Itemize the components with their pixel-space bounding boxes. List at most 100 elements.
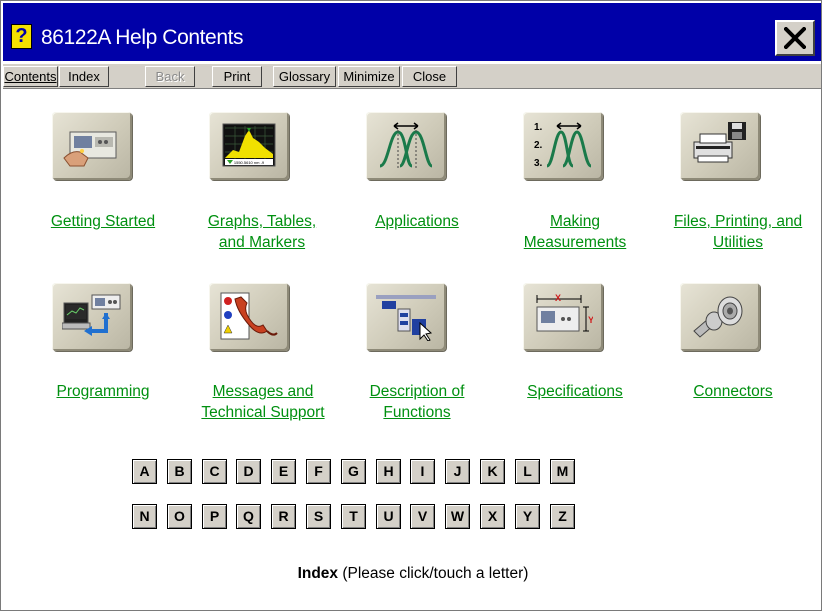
letter-button-a[interactable]: A [132,459,157,484]
step-3-label: 3. [534,158,543,169]
menu-glossary-label: Glossary [278,69,331,84]
menu-minimize-button[interactable]: Minimize [338,66,400,87]
help-app-icon[interactable]: ? [11,24,32,49]
getting-started-label: Getting Started [50,213,156,230]
applications-tile[interactable] [366,112,446,180]
letter-button-t[interactable]: T [341,504,366,529]
help-window: ? 86122A Help Contents Contents Index Ba… [0,0,822,611]
help-question-glyph: ? [15,25,28,47]
letter-button-h[interactable]: H [376,459,401,484]
messages-label-line2: Technical Support [201,404,325,421]
dimensions-icon: X Y [536,293,593,332]
wavelength-peaks-icon [379,122,433,168]
letter-button-m[interactable]: M [550,459,575,484]
connectors-label: Connectors [693,383,773,400]
letter-button-x[interactable]: X [480,504,505,529]
computer-instrument-icon [62,294,121,336]
letter-button-i[interactable]: I [410,459,435,484]
menu-index-button[interactable]: Index [59,66,109,87]
letter-button-q[interactable]: Q [236,504,261,529]
menu-close-button[interactable]: Close [402,66,457,87]
messages-support-link[interactable]: Messages and Technical Support [182,381,344,423]
messages-support-tile[interactable] [209,283,289,351]
letter-button-j[interactable]: J [445,459,470,484]
letter-button-c[interactable]: C [202,459,227,484]
menu-contents-button[interactable]: Contents [3,66,58,87]
graph-display-icon: 1550.5610 nm -9 [222,123,276,167]
menu-index-label: Index [68,69,100,84]
menu-back-label: Back [155,69,185,84]
files-printing-label-line2: Utilities [713,234,763,251]
display-readout: 1550.5610 nm -9 [234,160,265,165]
letter-button-g[interactable]: G [341,459,366,484]
numbered-steps-icon: 1. 2. 3. [534,122,592,169]
letter-button-z[interactable]: Z [550,504,575,529]
letter-button-d[interactable]: D [236,459,261,484]
menu-glossary-button[interactable]: Glossary [273,66,336,87]
letter-button-b[interactable]: B [167,459,192,484]
printer-disk-icon [693,122,746,163]
messages-label-line1: Messages and [212,383,314,400]
letter-button-s[interactable]: S [306,504,331,529]
description-label-line2: Functions [383,404,451,421]
index-note-rest: (Please click/touch a letter) [338,565,529,582]
index-instructions: Index (Please click/touch a letter) [1,564,824,584]
close-x-icon [784,27,806,49]
window-title: 86122A Help Contents [41,26,244,49]
graphs-tables-label-line1: Graphs, Tables, [207,213,317,230]
description-label-line1: Description of [369,383,465,400]
title-bar: ? 86122A Help Contents [3,3,821,61]
getting-started-tile[interactable] [52,112,132,180]
close-window-button[interactable] [775,20,815,56]
files-printing-utilities-link[interactable]: Files, Printing, and Utilities [653,211,823,253]
step-2-label: 2. [534,140,543,151]
getting-started-link[interactable]: Getting Started [21,211,185,232]
making-measurements-label-line2: Measurements [523,234,627,251]
programming-tile[interactable] [52,283,132,351]
index-note-bold: Index [297,565,339,582]
letter-button-v[interactable]: V [410,504,435,529]
step-1-label: 1. [534,122,543,133]
letter-button-p[interactable]: P [202,504,227,529]
menu-bar: Contents Index Back Print Glossary Minim… [3,64,821,89]
menu-print-button[interactable]: Print [212,66,262,87]
connectors-tile[interactable] [680,283,760,351]
menu-back-button[interactable]: Back [145,66,195,87]
letter-button-n[interactable]: N [132,504,157,529]
letter-button-l[interactable]: L [515,459,540,484]
instrument-hand-icon [63,131,117,167]
files-printing-utilities-tile[interactable] [680,112,760,180]
specifications-tile[interactable]: X Y [523,283,603,351]
graphs-tables-label-line2: and Markers [218,234,306,251]
dim-x-label: X [555,293,561,303]
specifications-label: Specifications [527,383,623,400]
description-functions-tile[interactable] [366,283,446,351]
dim-y-label: Y [588,315,593,325]
files-printing-label-line1: Files, Printing, and [673,213,803,230]
making-measurements-label-line1: Making [550,213,600,230]
menu-contents-label: Contents [4,69,57,84]
specifications-link[interactable]: Specifications [495,381,655,402]
programming-label: Programming [56,383,150,400]
letter-button-o[interactable]: O [167,504,192,529]
programming-link[interactable]: Programming [21,381,185,402]
letter-button-r[interactable]: R [271,504,296,529]
making-measurements-tile[interactable]: 1. 2. 3. [523,112,603,180]
letter-button-f[interactable]: F [306,459,331,484]
letter-button-y[interactable]: Y [515,504,540,529]
graphs-tables-markers-tile[interactable]: 1550.5610 nm -9 [209,112,289,180]
letter-button-k[interactable]: K [480,459,505,484]
menu-close-label: Close [412,69,447,84]
menu-print-label: Print [223,69,251,84]
applications-link[interactable]: Applications [337,211,497,232]
letter-button-w[interactable]: W [445,504,470,529]
description-functions-link[interactable]: Description of Functions [337,381,497,423]
function-blocks-icon [376,295,436,341]
letter-button-u[interactable]: U [376,504,401,529]
graphs-tables-markers-link[interactable]: Graphs, Tables, and Markers [182,211,342,253]
menu-minimize-label: Minimize [343,69,395,84]
making-measurements-link[interactable]: Making Measurements [495,211,655,253]
fiber-connector-icon [693,296,743,338]
letter-button-e[interactable]: E [271,459,296,484]
connectors-link[interactable]: Connectors [653,381,813,402]
